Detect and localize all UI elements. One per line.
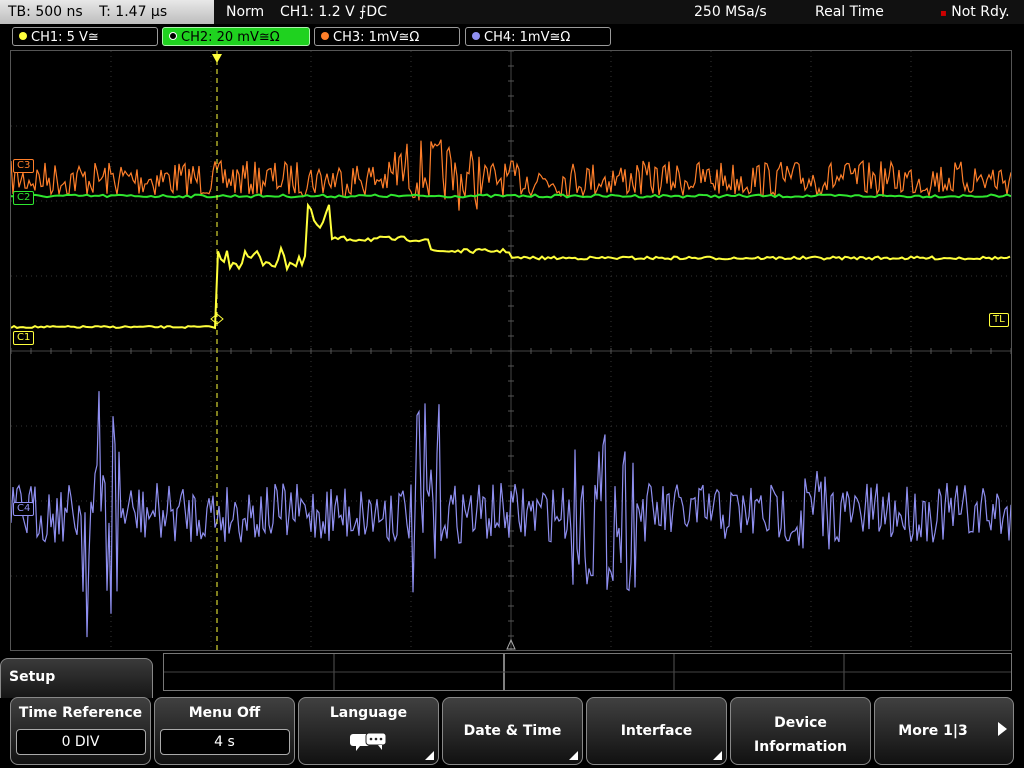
trigger-position-icon bbox=[212, 54, 222, 63]
ch3-color-icon bbox=[321, 32, 329, 40]
interface-label: Interface bbox=[620, 723, 693, 739]
submenu-corner-icon bbox=[713, 751, 722, 760]
acquisition-state-label: Not Rdy. bbox=[951, 4, 1010, 20]
submenu-corner-icon bbox=[425, 751, 434, 760]
acquisition-state: ▪ Not Rdy. bbox=[940, 0, 1010, 24]
menu-off-value: 4 s bbox=[159, 729, 290, 755]
waveform-display[interactable]: C3 C2 C1 C4 TL bbox=[10, 50, 1012, 651]
submenu-corner-icon bbox=[569, 751, 578, 760]
ch4-label: CH4: 1mV≅Ω bbox=[484, 30, 571, 45]
ch4-color-icon bbox=[472, 32, 480, 40]
overview-grid bbox=[164, 654, 1011, 690]
trigger-source[interactable]: CH1: 1.2 V ⨍DC bbox=[280, 0, 387, 24]
channel-chip-ch4[interactable]: CH4: 1mV≅Ω bbox=[465, 27, 611, 46]
date-time-label: Date & Time bbox=[463, 723, 562, 739]
ch3-offset-marker[interactable]: C3 bbox=[13, 159, 35, 173]
date-time-softkey[interactable]: Date & Time bbox=[442, 697, 583, 765]
time-reference-value: 0 DIV bbox=[15, 729, 146, 755]
time-reference-softkey[interactable]: Time Reference 0 DIV bbox=[10, 697, 151, 765]
more-label: More 1|3 bbox=[898, 723, 968, 739]
channel-chip-ch2[interactable]: CH2: 20 mV≅Ω bbox=[162, 27, 310, 46]
menu-off-label: Menu Off bbox=[188, 705, 261, 721]
language-softkey[interactable]: Language bbox=[298, 697, 439, 765]
channel-chip-ch3[interactable]: CH3: 1mV≅Ω bbox=[314, 27, 460, 46]
graticule-and-traces bbox=[11, 51, 1011, 650]
status-bar: TB: 500 ns T: 1.47 µs Norm CH1: 1.2 V ⨍D… bbox=[0, 0, 1024, 24]
ch1-color-icon bbox=[19, 32, 27, 40]
ch1-label: CH1: 5 V≅ bbox=[31, 30, 99, 45]
timebase-value: TB: 500 ns bbox=[8, 4, 83, 20]
ch2-label: CH2: 20 mV≅Ω bbox=[181, 30, 280, 45]
interface-softkey[interactable]: Interface bbox=[586, 697, 727, 765]
ch2-offset-marker[interactable]: C2 bbox=[13, 191, 35, 205]
device-information-softkey[interactable]: Device Information bbox=[730, 697, 871, 765]
channel-chip-ch1[interactable]: CH1: 5 V≅ bbox=[12, 27, 158, 46]
next-page-arrow-icon bbox=[998, 722, 1007, 736]
menu-title-tab: Setup bbox=[0, 658, 153, 698]
ch4-offset-marker[interactable]: C4 bbox=[13, 502, 35, 516]
sample-rate: 250 MSa/s bbox=[694, 4, 767, 20]
ch3-label: CH3: 1mV≅Ω bbox=[333, 30, 420, 45]
more-softkey[interactable]: More 1|3 bbox=[874, 697, 1014, 765]
trigger-state-icon: ▪ bbox=[940, 8, 947, 19]
graticule-grid bbox=[11, 51, 1011, 650]
overview-strip bbox=[163, 653, 1012, 691]
trigger-level-marker[interactable]: TL bbox=[989, 313, 1009, 327]
device-information-line1: Device bbox=[774, 715, 827, 731]
language-label: Language bbox=[329, 705, 408, 721]
menu-off-softkey[interactable]: Menu Off 4 s bbox=[154, 697, 295, 765]
device-information-line2: Information bbox=[754, 739, 847, 755]
trigger-time-value: T: 1.47 µs bbox=[99, 4, 168, 20]
ch2-color-icon bbox=[169, 32, 177, 40]
acquisition-mode: Real Time bbox=[815, 4, 884, 20]
ch1-offset-marker[interactable]: C1 bbox=[13, 331, 35, 345]
speech-bubbles-icon bbox=[349, 732, 386, 751]
timebase-box[interactable]: TB: 500 ns T: 1.47 µs bbox=[0, 0, 214, 24]
channel-bar: CH1: 5 V≅ CH2: 20 mV≅Ω CH3: 1mV≅Ω CH4: 1… bbox=[0, 26, 1024, 48]
time-reference-label: Time Reference bbox=[18, 705, 143, 721]
device-information-label: Device Information bbox=[731, 711, 870, 759]
trigger-mode[interactable]: Norm bbox=[226, 0, 264, 24]
